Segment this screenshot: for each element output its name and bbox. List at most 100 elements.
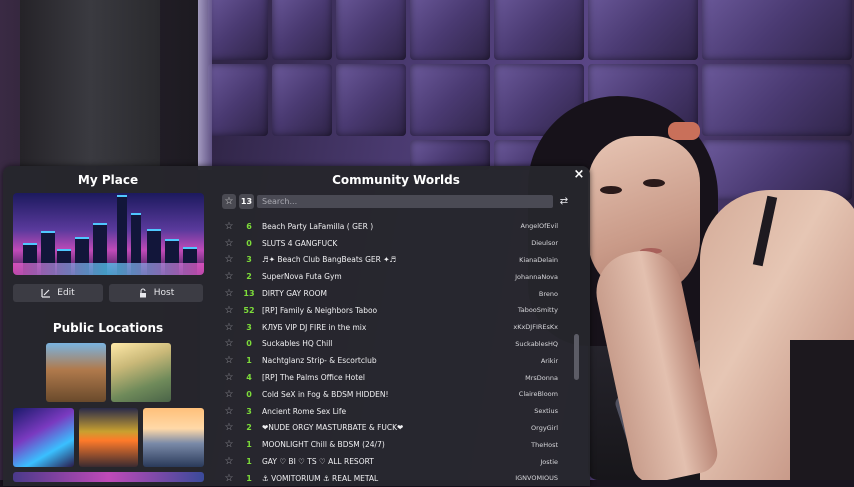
- world-row[interactable]: ☆ 4 [RP] The Palms Office Hotel MrsDonna: [222, 369, 562, 386]
- avatar-clothing: [790, 340, 854, 480]
- favorite-star-icon[interactable]: ☆: [222, 221, 236, 232]
- world-row[interactable]: ☆ 13 DIRTY GAY ROOM Breno: [222, 285, 562, 302]
- world-owner: Dieulsor: [531, 239, 558, 248]
- refresh-icon[interactable]: ⇄: [558, 195, 570, 208]
- world-user-count: 0: [246, 238, 252, 248]
- close-icon[interactable]: ×: [572, 168, 586, 182]
- favorite-star-icon[interactable]: ☆: [222, 322, 236, 333]
- world-row[interactable]: ☆ 2 ❤NUDE ORGY MASTURBATE & FUCK❤ OrgyGirl: [222, 420, 562, 437]
- world-user-count: 1: [246, 457, 252, 467]
- world-name: КЛУБ VIP DJ FIRE in the mix: [262, 322, 367, 332]
- unlock-icon: [139, 288, 146, 298]
- light-streak: [198, 0, 212, 170]
- edit-icon: [41, 289, 51, 298]
- world-row[interactable]: ☆ 1 GAY ♡ BI ♡ TS ♡ ALL RESORT Jostie: [222, 453, 562, 470]
- favorites-count-badge: 13: [239, 194, 254, 209]
- world-row[interactable]: ☆ 1 ⚓ VOMITORIUM ⚓ REAL METAL IGNVOMIOUS: [222, 470, 562, 487]
- world-user-count: 1: [246, 440, 252, 450]
- world-row[interactable]: ☆ 0 Suckables HQ Chill SuckablesHQ: [222, 336, 562, 353]
- favorite-star-icon[interactable]: ☆: [222, 254, 236, 265]
- favorite-star-icon[interactable]: ☆: [222, 372, 236, 383]
- world-name: ♬✦ Beach Club BangBeats GER ✦♬: [262, 255, 397, 265]
- favorites-filter-star-icon[interactable]: ☆: [222, 194, 236, 209]
- community-worlds-title: Community Worlds: [332, 173, 460, 187]
- world-owner: TabooSmitty: [517, 306, 558, 315]
- world-owner: Arikir: [540, 356, 558, 365]
- world-owner: xKxDJFIREsKx: [513, 323, 558, 332]
- world-owner: IGNVOMIOUS: [515, 474, 558, 483]
- host-button-label: Host: [153, 288, 175, 298]
- public-location-thumbnail[interactable]: [46, 343, 106, 402]
- world-row[interactable]: ☆ 3 Ancient Rome Sex Life Sextius: [222, 403, 562, 420]
- world-name: DIRTY GAY ROOM: [262, 289, 328, 299]
- my-place-thumbnail[interactable]: [13, 193, 204, 275]
- edit-button-label: Edit: [57, 288, 75, 298]
- world-user-count: 13: [243, 289, 255, 299]
- avatar-hair-clip: [668, 122, 700, 140]
- world-name: Beach Party LaFamilla ( GER ): [262, 221, 374, 231]
- world-name: SuperNova Futa Gym: [262, 272, 342, 282]
- public-location-thumbnail[interactable]: [13, 408, 74, 467]
- world-row[interactable]: ☆ 52 [RP] Family & Neighbors Taboo TabooSmi…: [222, 302, 562, 319]
- world-row[interactable]: ☆ 1 MOONLIGHT Chill & BDSM (24/7) TheHost: [222, 436, 562, 453]
- world-name: Nachtglanz Strip- & Escortclub: [262, 356, 377, 366]
- host-button[interactable]: Host: [109, 284, 203, 302]
- favorite-star-icon[interactable]: ☆: [222, 305, 236, 316]
- world-owner: JohannaNova: [515, 272, 558, 281]
- world-user-count: 2: [246, 423, 252, 433]
- favorite-star-icon[interactable]: ☆: [222, 473, 236, 484]
- world-row[interactable]: ☆ 0 Cold SeX in Fog & BDSM HIDDEN! ClaireBl…: [222, 386, 562, 403]
- world-owner: MrsDonna: [525, 373, 558, 382]
- favorite-star-icon[interactable]: ☆: [222, 238, 236, 249]
- public-locations-title: Public Locations: [52, 321, 164, 335]
- world-owner: TheHost: [531, 440, 558, 449]
- search-input[interactable]: [257, 195, 553, 208]
- favorite-star-icon[interactable]: ☆: [222, 389, 236, 400]
- world-user-count: 6: [246, 221, 252, 231]
- world-name: Suckables HQ Chill: [262, 339, 333, 349]
- world-user-count: 4: [246, 373, 252, 383]
- world-user-count: 2: [246, 272, 252, 282]
- world-row[interactable]: ☆ 2 SuperNova Futa Gym JohannaNova: [222, 268, 562, 285]
- scrollbar-thumb[interactable]: [574, 334, 579, 380]
- world-user-count: 1: [246, 356, 252, 366]
- favorite-star-icon[interactable]: ☆: [222, 406, 236, 417]
- world-user-count: 3: [246, 255, 252, 265]
- world-owner: Breno: [538, 289, 558, 298]
- world-user-count: 1: [246, 473, 252, 483]
- favorite-star-icon[interactable]: ☆: [222, 338, 236, 349]
- favorite-star-icon[interactable]: ☆: [222, 456, 236, 467]
- world-row[interactable]: ☆ 0 SLUTS 4 GANGFUCK Dieulsor: [222, 235, 562, 252]
- public-location-thumbnail[interactable]: [143, 408, 204, 467]
- favorite-star-icon[interactable]: ☆: [222, 271, 236, 282]
- world-name: SLUTS 4 GANGFUCK: [262, 238, 338, 248]
- world-row[interactable]: ☆ 6 Beach Party LaFamilla ( GER ) AngelOfEv…: [222, 218, 562, 235]
- world-row[interactable]: ☆ 3 КЛУБ VIP DJ FIRE in the mix xKxDJFIREsK…: [222, 319, 562, 336]
- favorite-star-icon[interactable]: ☆: [222, 355, 236, 366]
- world-name: ❤NUDE ORGY MASTURBATE & FUCK❤: [262, 423, 404, 433]
- world-user-count: 0: [246, 339, 252, 349]
- world-user-count: 52: [243, 305, 255, 315]
- world-owner: ClaireBloom: [518, 390, 558, 399]
- my-place-title: My Place: [77, 173, 139, 187]
- world-owner: OrgyGirl: [531, 423, 558, 432]
- public-location-thumbnail[interactable]: [79, 408, 138, 467]
- world-user-count: 3: [246, 406, 252, 416]
- avatar-eye-left: [600, 186, 622, 194]
- world-name: Ancient Rome Sex Life: [262, 406, 347, 416]
- favorite-star-icon[interactable]: ☆: [222, 288, 236, 299]
- edit-button[interactable]: Edit: [13, 284, 103, 302]
- world-name: Cold SeX in Fog & BDSM HIDDEN!: [262, 389, 389, 399]
- world-row[interactable]: ☆ 3 ♬✦ Beach Club BangBeats GER ✦♬ KianaDel…: [222, 252, 562, 269]
- favorite-star-icon[interactable]: ☆: [222, 439, 236, 450]
- world-name: MOONLIGHT Chill & BDSM (24/7): [262, 440, 385, 450]
- favorite-star-icon[interactable]: ☆: [222, 422, 236, 433]
- community-worlds-list: ☆ 6 Beach Party LaFamilla ( GER ) AngelOfEv…: [222, 218, 562, 487]
- public-location-thumbnail[interactable]: [13, 472, 204, 482]
- world-owner: Sextius: [534, 407, 558, 416]
- avatar-eye-right: [643, 179, 665, 187]
- world-row[interactable]: ☆ 1 Nachtglanz Strip- & Escortclub Arikir: [222, 352, 562, 369]
- public-location-thumbnail[interactable]: [111, 343, 171, 402]
- world-owner: Jostie: [540, 457, 558, 466]
- world-name: [RP] Family & Neighbors Taboo: [262, 305, 378, 315]
